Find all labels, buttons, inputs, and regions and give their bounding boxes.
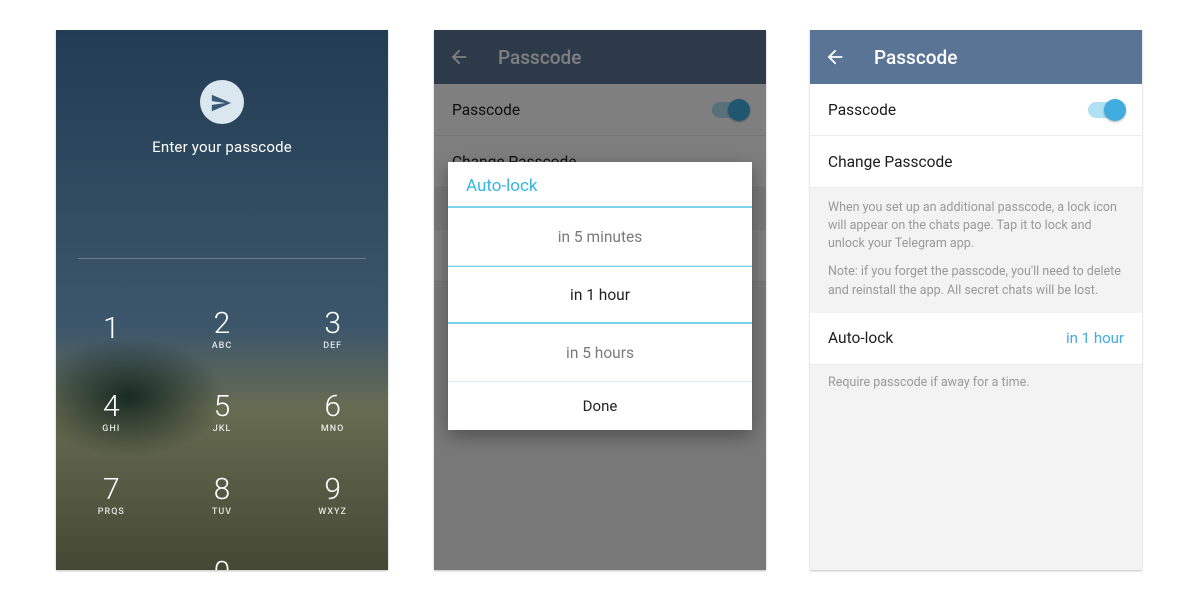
desc-line-1: When you set up an additional passcode, …	[828, 199, 1124, 253]
autolock-dialog: Auto-lock in 5 minutes in 1 hour in 5 ho…	[448, 162, 752, 430]
dialog-title: Auto-lock	[448, 162, 752, 208]
telegram-logo-icon	[200, 80, 244, 124]
back-arrow-icon[interactable]	[824, 46, 846, 68]
row-label: Auto-lock	[828, 329, 893, 347]
passcode-description: When you set up an additional passcode, …	[810, 188, 1142, 313]
key-1[interactable]: 1	[56, 288, 167, 371]
autolock-description: Require passcode if away for a time.	[810, 365, 1142, 400]
key-6[interactable]: 6MNO	[277, 371, 388, 454]
autolock-option-5hours[interactable]: in 5 hours	[448, 324, 752, 382]
key-9[interactable]: 9WXYZ	[277, 454, 388, 537]
screen-passcode-settings-dialog: Passcode Passcode Change Passcode … Auto…	[434, 30, 766, 570]
key-backspace[interactable]	[277, 537, 388, 570]
passcode-toggle-on[interactable]	[1088, 102, 1124, 118]
row-autolock[interactable]: Auto-lock in 1 hour	[810, 313, 1142, 365]
autolock-option-5min[interactable]: in 5 minutes	[448, 208, 752, 266]
key-7[interactable]: 7PRQS	[56, 454, 167, 537]
key-2[interactable]: 2ABC	[167, 288, 278, 371]
header: Passcode	[810, 30, 1142, 84]
row-change-passcode[interactable]: Change Passcode	[810, 136, 1142, 188]
numeric-keypad: 1 2ABC 3DEF 4GHI 5JKL 6MNO 7PRQS 8TUV 9W…	[56, 288, 388, 570]
key-blank	[56, 537, 167, 570]
screen-lock-passcode: Enter your passcode 1 2ABC 3DEF 4GHI 5JK…	[56, 30, 388, 570]
lock-prompt: Enter your passcode	[56, 138, 388, 156]
key-3[interactable]: 3DEF	[277, 288, 388, 371]
autolock-option-1hour[interactable]: in 1 hour	[448, 266, 752, 324]
row-passcode-toggle[interactable]: Passcode	[810, 84, 1142, 136]
row-label: Passcode	[828, 101, 896, 119]
header-title: Passcode	[874, 46, 957, 69]
key-0[interactable]: 0+	[167, 537, 278, 570]
row-label: Change Passcode	[828, 153, 952, 171]
key-5[interactable]: 5JKL	[167, 371, 278, 454]
passcode-input-underline	[78, 258, 366, 259]
dialog-done-button[interactable]: Done	[448, 382, 752, 430]
autolock-current-value: in 1 hour	[1066, 329, 1124, 347]
screen-passcode-settings: Passcode Passcode Change Passcode When y…	[810, 30, 1142, 570]
key-8[interactable]: 8TUV	[167, 454, 278, 537]
desc-line-2: Note: if you forget the passcode, you'll…	[828, 263, 1124, 299]
key-4[interactable]: 4GHI	[56, 371, 167, 454]
